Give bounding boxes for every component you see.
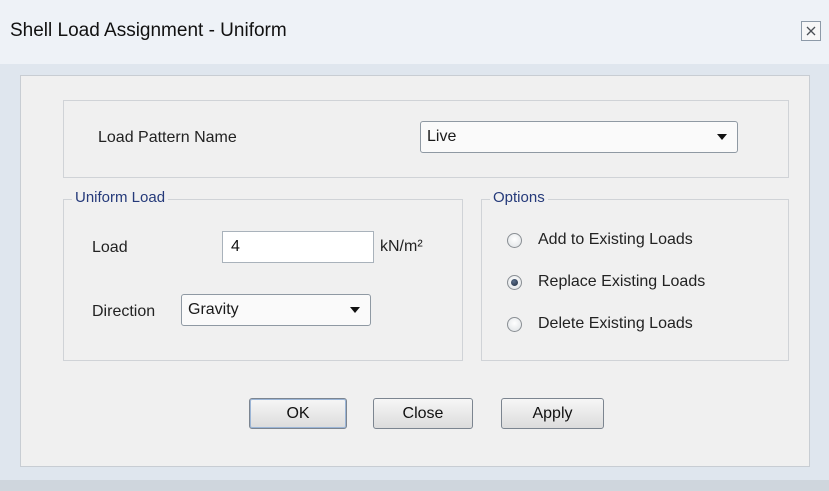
dialog-client-area: Load Pattern Name Live Uniform Load Load… [20,75,810,467]
options-group: Options Add to Existing Loads Replace Ex… [481,189,789,361]
load-unit-label: kN/m² [380,238,423,255]
direction-label: Direction [92,303,156,320]
uniform-load-group: Uniform Load Load 4 kN/m² Direction Grav… [63,189,463,361]
load-value-field[interactable]: 4 [222,231,374,263]
load-pattern-label: Load Pattern Name [98,129,237,146]
uniform-load-legend: Uniform Load [72,189,169,206]
shell-load-assignment-dialog: Shell Load Assignment - Uniform Load Pat… [0,0,829,491]
load-pattern-group: Load Pattern Name Live [63,100,789,178]
load-pattern-dropdown[interactable]: Live [420,121,738,153]
title-bar: Shell Load Assignment - Uniform [0,0,829,64]
close-dialog-button[interactable]: Close [373,398,473,429]
add-existing-label: Add to Existing Loads [538,231,693,248]
direction-dropdown[interactable]: Gravity [181,294,371,326]
add-existing-radio[interactable] [507,233,522,248]
chevron-down-icon [717,134,727,140]
direction-value: Gravity [188,301,239,318]
close-button[interactable] [801,21,821,41]
window-bottom-edge [0,480,829,491]
apply-button[interactable]: Apply [501,398,604,429]
replace-existing-label: Replace Existing Loads [538,273,706,290]
load-value: 4 [231,238,240,255]
replace-existing-radio[interactable] [507,275,522,290]
dialog-title: Shell Load Assignment - Uniform [10,20,287,41]
options-legend: Options [490,189,548,206]
load-label: Load [92,239,128,256]
chevron-down-icon [350,307,360,313]
ok-button[interactable]: OK [249,398,347,429]
load-pattern-value: Live [427,128,457,145]
delete-existing-label: Delete Existing Loads [538,315,693,332]
close-icon [806,26,816,36]
delete-existing-radio[interactable] [507,317,522,332]
